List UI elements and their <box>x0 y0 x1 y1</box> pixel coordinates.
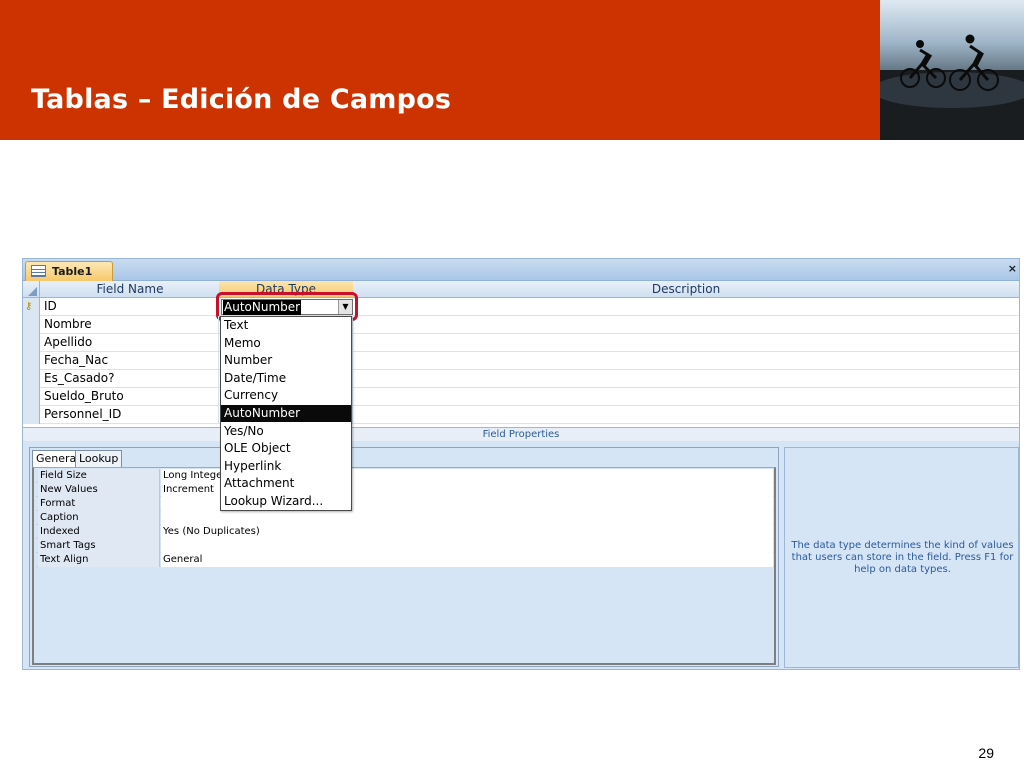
tab-lookup[interactable]: Lookup <box>75 450 123 467</box>
option-lookup-wizard[interactable]: Lookup Wizard... <box>221 493 351 510</box>
field-row[interactable]: Nombre <box>23 316 1019 334</box>
close-icon[interactable]: × <box>1008 262 1017 275</box>
row-selector[interactable] <box>23 352 40 370</box>
field-properties-panel: General Lookup Field Size Long Integer N… <box>29 447 779 667</box>
property-value[interactable] <box>161 539 773 553</box>
property-label: New Values <box>38 483 160 497</box>
property-row-new-values[interactable]: New Values Increment <box>36 483 774 497</box>
row-selector[interactable] <box>23 388 40 406</box>
help-text: The data type determines the kind of val… <box>791 540 1014 575</box>
property-row-indexed[interactable]: Indexed Yes (No Duplicates) <box>36 525 774 539</box>
field-name-cell[interactable]: Sueldo_Bruto <box>44 389 124 403</box>
select-all-corner[interactable] <box>23 281 40 298</box>
option-ole-object[interactable]: OLE Object <box>221 440 351 457</box>
document-tab-bar: Table1 × <box>23 259 1019 281</box>
property-row-smart-tags[interactable]: Smart Tags <box>36 539 774 553</box>
property-row-caption[interactable]: Caption <box>36 511 774 525</box>
field-row[interactable]: Apellido <box>23 334 1019 352</box>
field-name-cell[interactable]: Nombre <box>44 317 92 331</box>
field-row[interactable]: Personnel_ID <box>23 406 1019 424</box>
property-row-field-size[interactable]: Field Size Long Integer <box>36 469 774 483</box>
option-date-time[interactable]: Date/Time <box>221 370 351 387</box>
property-label: Indexed <box>38 525 160 539</box>
help-panel: The data type determines the kind of val… <box>784 447 1019 668</box>
property-row-format[interactable]: Format <box>36 497 774 511</box>
cyclists-silhouette-image <box>880 34 1024 140</box>
option-attachment[interactable]: Attachment <box>221 475 351 492</box>
property-label: Caption <box>38 511 160 525</box>
field-name-cell[interactable]: Personnel_ID <box>44 407 121 421</box>
property-label: Field Size <box>38 469 160 483</box>
table-icon <box>31 265 46 277</box>
field-name-cell[interactable]: ID <box>44 299 57 313</box>
grid-header: Field Name Data Type Description <box>23 281 1019 298</box>
field-row[interactable]: Fecha_Nac <box>23 352 1019 370</box>
property-value[interactable]: Yes (No Duplicates) <box>161 525 773 539</box>
field-row[interactable]: Es_Casado? <box>23 370 1019 388</box>
property-label: Format <box>38 497 160 511</box>
field-name-cell[interactable]: Fecha_Nac <box>44 353 108 367</box>
property-label: Text Align <box>38 553 160 567</box>
field-properties-bar: Field Properties <box>23 427 1019 441</box>
table-design-window: Table1 × Field Name Data Type Descriptio… <box>22 258 1020 670</box>
page-number: 29 <box>978 745 994 761</box>
field-grid: Field Name Data Type Description ⚷ ID Au… <box>23 281 1019 427</box>
column-header-description[interactable]: Description <box>353 282 1019 296</box>
tab-table1-label: Table1 <box>52 265 93 278</box>
general-properties: Field Size Long Integer New Values Incre… <box>32 467 776 665</box>
slide-header: Tablas – Edición de Campos <box>0 0 880 140</box>
field-name-cell[interactable]: Es_Casado? <box>44 371 115 385</box>
data-type-dropdown-list[interactable]: Text Memo Number Date/Time Currency Auto… <box>220 316 352 511</box>
option-number[interactable]: Number <box>221 352 351 369</box>
option-currency[interactable]: Currency <box>221 387 351 404</box>
option-autonumber[interactable]: AutoNumber <box>221 405 351 422</box>
field-name-cell[interactable]: Apellido <box>44 335 92 349</box>
row-selector[interactable] <box>23 370 40 388</box>
option-hyperlink[interactable]: Hyperlink <box>221 458 351 475</box>
option-text[interactable]: Text <box>221 317 351 334</box>
tab-table1[interactable]: Table1 <box>25 261 113 281</box>
field-row[interactable]: Sueldo_Bruto <box>23 388 1019 406</box>
row-selector[interactable]: ⚷ <box>23 298 40 316</box>
column-header-field-name[interactable]: Field Name <box>41 282 219 296</box>
slide-title: Tablas – Edición de Campos <box>31 84 452 115</box>
property-row-text-align[interactable]: Text Align General <box>36 553 774 567</box>
row-selector[interactable] <box>23 406 40 424</box>
property-value[interactable] <box>161 511 773 525</box>
row-selector[interactable] <box>23 334 40 352</box>
row-selector[interactable] <box>23 316 40 334</box>
option-memo[interactable]: Memo <box>221 335 351 352</box>
property-label: Smart Tags <box>38 539 160 553</box>
field-row-id[interactable]: ⚷ ID AutoNumber ▼ <box>23 292 1019 321</box>
cyclists-photo <box>880 0 1024 140</box>
primary-key-icon: ⚷ <box>25 301 33 312</box>
option-yes-no[interactable]: Yes/No <box>221 423 351 440</box>
property-value[interactable]: General <box>161 553 773 567</box>
